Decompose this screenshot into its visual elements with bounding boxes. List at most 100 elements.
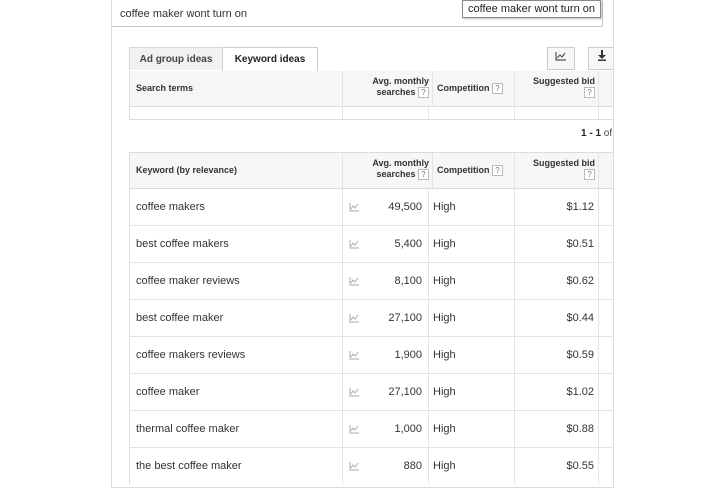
trend-chart-icon[interactable] — [349, 337, 363, 373]
help-icon[interactable]: ? — [418, 169, 429, 181]
column-divider — [598, 71, 599, 106]
column-divider — [428, 189, 429, 225]
line-chart-icon — [555, 52, 567, 64]
download-button[interactable] — [588, 47, 613, 70]
col-search-terms[interactable]: Search terms — [136, 71, 193, 106]
bid-cell: $0.62 — [566, 275, 594, 287]
competition-cell: High — [433, 386, 456, 398]
keyword-cell: thermal coffee maker — [136, 423, 240, 435]
column-divider — [428, 411, 429, 447]
trend-chart-icon[interactable] — [349, 411, 363, 447]
table-row[interactable]: best coffee makers 5,400 High $0.51 — [130, 226, 613, 263]
bid-cell: $0.51 — [566, 238, 594, 250]
col-suggested-bid[interactable]: Suggested bid ? — [514, 153, 595, 193]
competition-cell: High — [433, 275, 456, 287]
keyword-cell: coffee makers — [136, 201, 205, 213]
col-avg-monthly-searches[interactable]: Avg. monthly searches ? — [342, 153, 429, 193]
pagination-label: 1 - 1 of — [581, 128, 613, 139]
column-divider — [598, 107, 599, 119]
searches-cell: 5,400 — [394, 238, 422, 250]
column-divider — [514, 107, 515, 119]
keyword-cell: coffee makers reviews — [136, 349, 246, 361]
keyword-cell: the best coffee maker — [136, 460, 242, 472]
search-terms-empty-row — [130, 107, 613, 120]
table-row[interactable]: coffee maker reviews 8,100 High $0.62 — [130, 263, 613, 300]
column-divider — [598, 337, 599, 373]
bid-cell: $0.59 — [566, 349, 594, 361]
searches-cell: 49,500 — [388, 201, 422, 213]
chart-view-button[interactable] — [547, 47, 575, 70]
help-icon[interactable]: ? — [492, 165, 504, 177]
trend-chart-icon[interactable] — [349, 226, 363, 262]
column-divider — [342, 189, 343, 225]
tab-bar: Ad group ideas Keyword ideas — [129, 47, 613, 72]
tab-keyword-ideas[interactable]: Keyword ideas — [222, 47, 318, 72]
help-icon[interactable]: ? — [584, 87, 595, 99]
trend-chart-icon[interactable] — [349, 448, 363, 484]
column-divider — [342, 448, 343, 484]
column-divider — [428, 226, 429, 262]
column-divider — [598, 448, 599, 484]
column-divider — [598, 263, 599, 299]
keyword-rows: coffee makers 49,500 High $1.12 best cof… — [130, 189, 613, 484]
searches-cell: 8,100 — [394, 275, 422, 287]
trend-chart-icon[interactable] — [349, 189, 363, 225]
column-divider — [598, 411, 599, 447]
column-divider — [598, 189, 599, 225]
keyword-cell: coffee maker — [136, 386, 200, 398]
column-divider — [598, 300, 599, 336]
col-competition[interactable]: Competition ? — [432, 153, 504, 188]
searches-cell: 1,900 — [394, 349, 422, 361]
search-terms-table: Search terms Avg. monthly searches ? Com… — [129, 71, 613, 120]
keyword-table-header: Keyword (by relevance) Avg. monthly sear… — [130, 152, 613, 193]
column-divider — [342, 107, 343, 119]
searches-cell: 27,100 — [388, 386, 422, 398]
trend-chart-icon[interactable] — [349, 374, 363, 410]
col-keyword[interactable]: Keyword (by relevance) — [136, 153, 237, 188]
competition-cell: High — [433, 349, 456, 361]
column-divider — [428, 337, 429, 373]
bid-cell: $0.88 — [566, 423, 594, 435]
trend-chart-icon[interactable] — [349, 263, 363, 299]
bid-cell: $1.02 — [566, 386, 594, 398]
keyword-cell: best coffee maker — [136, 312, 224, 324]
download-icon — [597, 50, 607, 64]
table-row[interactable]: the best coffee maker 880 High $0.55 — [130, 448, 613, 484]
table-row[interactable]: coffee makers reviews 1,900 High $0.59 — [130, 337, 613, 374]
trend-chart-icon[interactable] — [349, 300, 363, 336]
competition-cell: High — [433, 312, 456, 324]
table-row[interactable]: thermal coffee maker 1,000 High $0.88 — [130, 411, 613, 448]
competition-cell: High — [433, 201, 456, 213]
tab-ad-group-ideas[interactable]: Ad group ideas — [129, 47, 223, 70]
table-row[interactable]: coffee makers 49,500 High $1.12 — [130, 189, 613, 226]
table-row[interactable]: best coffee maker 27,100 High $0.44 — [130, 300, 613, 337]
competition-cell: High — [433, 423, 456, 435]
column-divider — [428, 300, 429, 336]
competition-cell: High — [433, 238, 456, 250]
column-divider — [428, 263, 429, 299]
column-divider — [342, 263, 343, 299]
searches-cell: 1,000 — [394, 423, 422, 435]
help-icon[interactable]: ? — [418, 87, 429, 99]
column-divider — [342, 300, 343, 336]
column-divider — [598, 374, 599, 410]
search-query-text: coffee maker wont turn on — [120, 8, 247, 20]
col-competition[interactable]: Competition ? — [432, 71, 504, 106]
column-divider — [342, 374, 343, 410]
search-terms-header: Search terms Avg. monthly searches ? Com… — [130, 71, 613, 111]
column-divider — [598, 153, 599, 188]
column-divider — [342, 337, 343, 373]
searches-cell: 880 — [403, 460, 422, 472]
col-avg-monthly-searches[interactable]: Avg. monthly searches ? — [342, 71, 429, 111]
col-suggested-bid[interactable]: Suggested bid ? — [514, 71, 595, 111]
column-divider — [342, 226, 343, 262]
column-divider — [428, 448, 429, 484]
searches-cell: 27,100 — [388, 312, 422, 324]
column-divider — [428, 374, 429, 410]
table-row[interactable]: coffee maker 27,100 High $1.02 — [130, 374, 613, 411]
keyword-ideas-table: Keyword (by relevance) Avg. monthly sear… — [129, 152, 613, 484]
help-icon[interactable]: ? — [584, 169, 595, 181]
column-divider — [428, 107, 429, 119]
help-icon[interactable]: ? — [492, 83, 504, 95]
search-tooltip: coffee maker wont turn on — [462, 0, 601, 18]
